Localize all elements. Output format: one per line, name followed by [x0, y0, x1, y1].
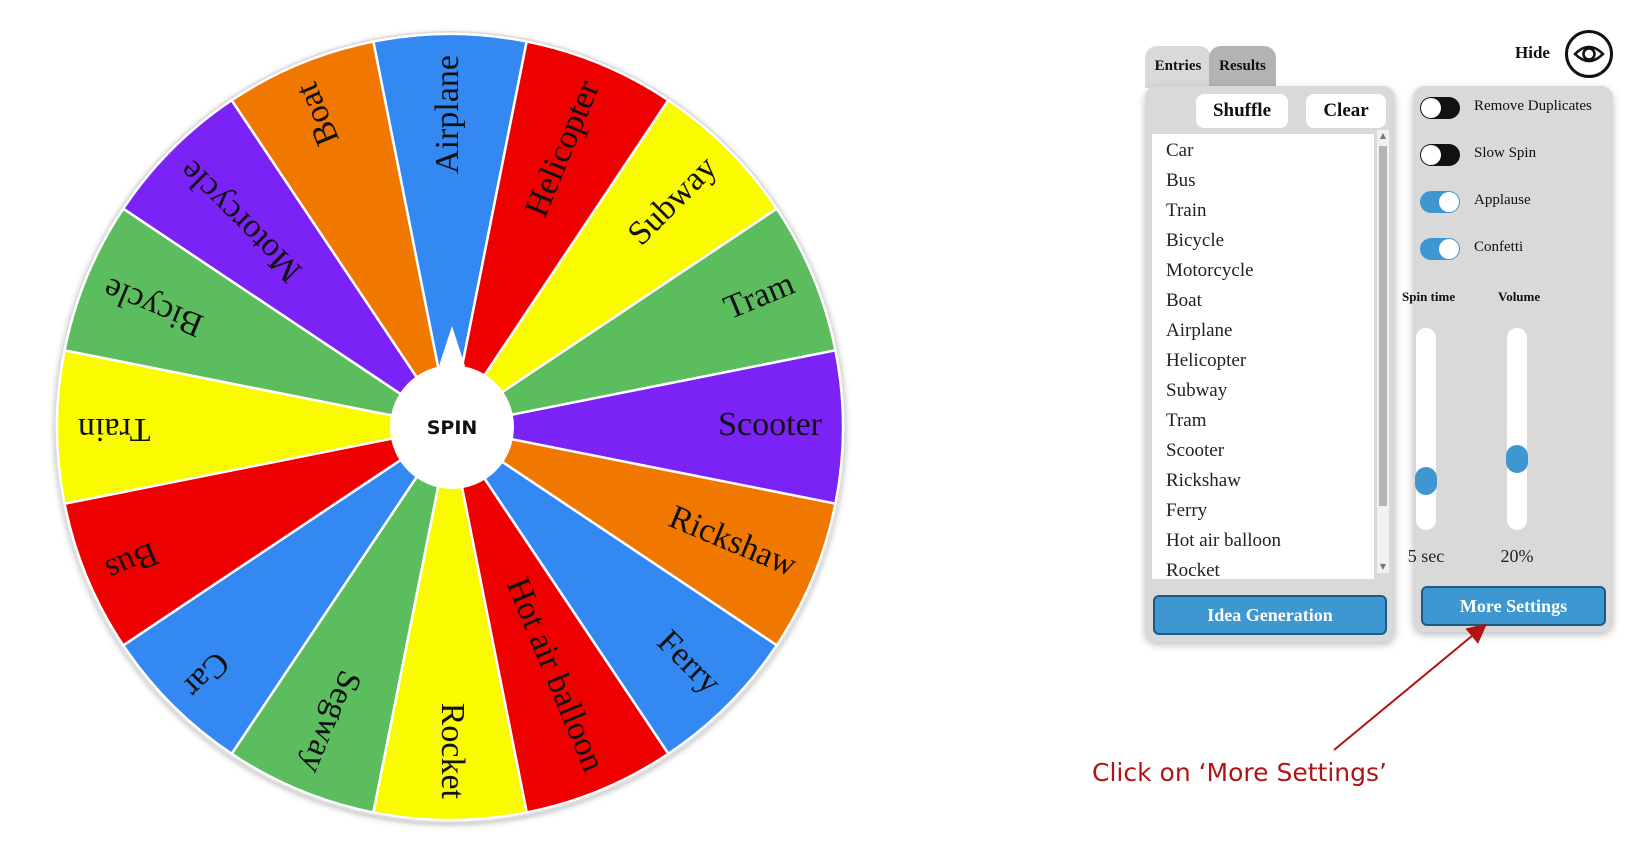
tab-entries[interactable]: Entries [1145, 46, 1211, 88]
applause-label: Applause [1474, 192, 1531, 208]
spin-time-title: Spin time [1402, 289, 1456, 304]
entries-panel: Shuffle Clear Car Bus Train Bicycle Moto… [1145, 86, 1395, 642]
spin-time-value: 5 sec [1407, 546, 1445, 566]
slow-spin-label: Slow Spin [1474, 145, 1537, 161]
wheel-label: Scooter [718, 406, 823, 443]
spin-wheel[interactable]: Airplane Helicopter SubwayTramScooterRicks… [0, 0, 880, 850]
wheel-label: Train [78, 411, 150, 448]
wheel-label: Rocket [434, 703, 471, 800]
clear-button[interactable]: Clear [1306, 94, 1386, 128]
entry-item: Boat [1166, 290, 1202, 311]
hide-label: Hide [1515, 43, 1550, 62]
idea-generation-button[interactable]: Idea Generation [1153, 595, 1387, 635]
scroll-down-icon[interactable]: ▼ [1379, 562, 1387, 572]
tab-results[interactable]: Results [1209, 46, 1276, 88]
entry-item: Motorcycle [1166, 260, 1254, 281]
spin-time-slider-thumb[interactable] [1415, 467, 1437, 496]
entry-item: Scooter [1166, 440, 1225, 461]
eye-icon [1573, 45, 1605, 63]
entry-item: Bicycle [1166, 230, 1225, 251]
entry-item: Rocket [1166, 560, 1220, 579]
entry-item: Rickshaw [1166, 470, 1241, 491]
entry-item: Bus [1166, 170, 1196, 191]
entry-item: Tram [1166, 410, 1207, 431]
entry-item: Hot air balloon [1166, 530, 1282, 551]
remove-duplicates-toggle[interactable] [1420, 97, 1460, 119]
annotation-text: Click on ‘More Settings’ [1092, 758, 1387, 787]
spin-label: SPIN [427, 417, 478, 439]
entry-item: Ferry [1166, 500, 1208, 521]
scroll-up-icon[interactable]: ▲ [1379, 131, 1387, 141]
volume-title: Volume [1498, 289, 1541, 304]
entry-item: Airplane [1166, 320, 1233, 341]
volume-value: 20% [1500, 546, 1534, 566]
entries-scrollbar[interactable]: ▲ ▼ [1377, 130, 1389, 573]
applause-toggle[interactable] [1420, 191, 1460, 213]
confetti-label: Confetti [1474, 239, 1524, 255]
slow-spin-toggle[interactable] [1420, 144, 1460, 166]
entry-item: Train [1166, 200, 1207, 221]
entry-item: Helicopter [1166, 350, 1247, 371]
entry-item: Car [1166, 140, 1194, 161]
more-settings-button[interactable]: More Settings [1421, 586, 1606, 626]
spin-time-slider[interactable] [1415, 328, 1437, 530]
hide-toggle-button[interactable] [1565, 30, 1613, 78]
shuffle-button[interactable]: Shuffle [1196, 94, 1288, 128]
volume-slider-thumb[interactable] [1506, 444, 1528, 473]
remove-duplicates-label: Remove Duplicates [1474, 98, 1592, 114]
confetti-toggle[interactable] [1420, 238, 1460, 260]
wheel-label: Airplane [429, 55, 466, 174]
entry-item: Subway [1166, 380, 1228, 401]
scroll-thumb[interactable] [1379, 146, 1387, 506]
volume-slider[interactable] [1506, 328, 1528, 530]
entries-textarea[interactable]: Car Bus Train Bicycle Motorcycle Boat Ai… [1152, 134, 1374, 579]
